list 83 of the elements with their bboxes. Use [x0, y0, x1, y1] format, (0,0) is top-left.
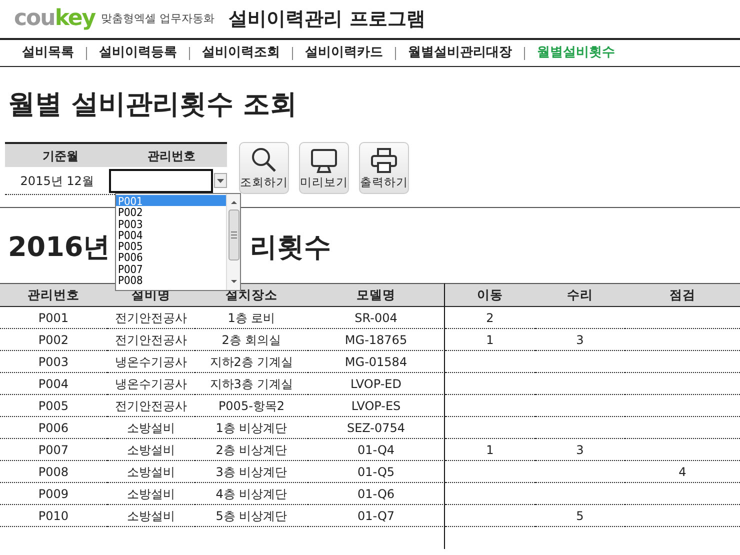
column-header: 모델명: [308, 283, 445, 307]
month-value: 2015년 12월: [19, 172, 95, 190]
column-header: 관리번호: [146, 148, 196, 164]
caret-icon: [216, 178, 224, 182]
table-cell: P002: [0, 329, 107, 351]
table-cell: MG-18765: [308, 329, 445, 351]
table-cell: P010: [0, 505, 107, 527]
search-icon: [250, 146, 278, 174]
table-cell: 전기안전공사: [107, 395, 195, 417]
table-cell: 1층 로비: [195, 307, 308, 329]
dropdown-option[interactable]: P008: [116, 274, 226, 286]
column-header: 관리번호: [0, 283, 107, 307]
table-cell: 5층 비상계단: [195, 505, 308, 527]
scrollbar[interactable]: [226, 194, 240, 290]
printer-icon: [370, 148, 398, 174]
table-cell: 01-Q6: [308, 483, 445, 505]
table-cell: 3: [535, 329, 625, 351]
table-cell: 소방설비: [107, 417, 195, 439]
table-cell: P005: [0, 395, 107, 417]
table-cell: 지하3층 기계실: [195, 373, 308, 395]
table-cell: P003: [0, 351, 107, 373]
table-cell: 소방설비: [107, 439, 195, 461]
tagline: 맞춤형엑셀 업무자동화: [101, 10, 215, 27]
table-cell: 01-Q4: [308, 439, 445, 461]
table-cell: 1: [445, 329, 535, 351]
table-cell: P005-항목2: [195, 395, 308, 417]
table-cell: 소방설비: [107, 483, 195, 505]
table-cell: 5: [535, 505, 625, 527]
table-cell: P006: [0, 417, 107, 439]
nav-tab[interactable]: 설비목록: [10, 43, 86, 63]
nav-tab[interactable]: 설비이력등록: [87, 43, 189, 63]
table-cell: 전기안전공사: [107, 307, 195, 329]
report-title: 2016년: [8, 231, 110, 265]
table-cell: 4층 비상계단: [195, 483, 308, 505]
table-cell: 소방설비: [107, 461, 195, 483]
dropdown-option[interactable]: P002: [116, 206, 226, 218]
dropdown-button[interactable]: [214, 173, 227, 188]
table-cell: 3층 비상계단: [195, 461, 308, 483]
table-cell: 전기안전공사: [107, 329, 195, 351]
table-cell: P007: [0, 439, 107, 461]
report-title: 리횟수: [250, 231, 332, 265]
table-cell: 01-Q7: [308, 505, 445, 527]
table-cell: SEZ-0754: [308, 417, 445, 439]
table-cell: 3: [535, 439, 625, 461]
nav-tab[interactable]: 설비이력카드: [293, 43, 395, 63]
table-cell: P004: [0, 373, 107, 395]
table-cell: P008: [0, 461, 107, 483]
column-header: 기준월: [42, 148, 80, 164]
table-cell: 2: [445, 307, 535, 329]
table-cell: SR-004: [308, 307, 445, 329]
column-header: 이동: [445, 283, 535, 307]
table-cell: 01-Q5: [308, 461, 445, 483]
toolbar-button[interactable]: 출력하기: [359, 142, 409, 194]
dropdown-option[interactable]: P003: [116, 218, 226, 229]
id-select-field[interactable]: [109, 168, 213, 192]
table-cell: 1: [445, 439, 535, 461]
app-title: 설비이력관리 프로그램: [228, 6, 426, 32]
table-cell: MG-01584: [308, 351, 445, 373]
monitor-icon: [310, 148, 338, 174]
column-header: 수리: [535, 283, 625, 307]
table-cell: P001: [0, 307, 107, 329]
dropdown-option[interactable]: P005: [116, 240, 226, 252]
table-cell: 소방설비: [107, 505, 195, 527]
toolbar-button[interactable]: 조회하기: [239, 142, 289, 194]
table-cell: LVOP-ES: [308, 395, 445, 417]
page-title: 월별 설비관리횟수 조회: [7, 88, 298, 122]
table-cell: 1층 비상계단: [195, 417, 308, 439]
dropdown-option[interactable]: P007: [116, 262, 226, 274]
nav-tab[interactable]: 설비이력조회: [190, 43, 292, 63]
table-cell: 냉온수기공사: [107, 351, 195, 373]
dropdown-option[interactable]: P004: [116, 228, 226, 240]
table-cell: P009: [0, 483, 107, 505]
dropdown-option[interactable]: P006: [116, 251, 226, 263]
table-cell: 4: [625, 461, 740, 483]
table-cell: 2층 회의실: [195, 329, 308, 351]
table-cell: 지하2층 기계실: [195, 351, 308, 373]
column-header: 점검: [625, 283, 740, 307]
nav-tab[interactable]: 월별설비관리대장: [396, 43, 524, 63]
toolbar-button[interactable]: 미리보기: [299, 142, 349, 194]
table-cell: LVOP-ED: [308, 373, 445, 395]
table-cell: 2층 비상계단: [195, 439, 308, 461]
table-cell: 냉온수기공사: [107, 373, 195, 395]
logo: coukey: [14, 8, 96, 30]
